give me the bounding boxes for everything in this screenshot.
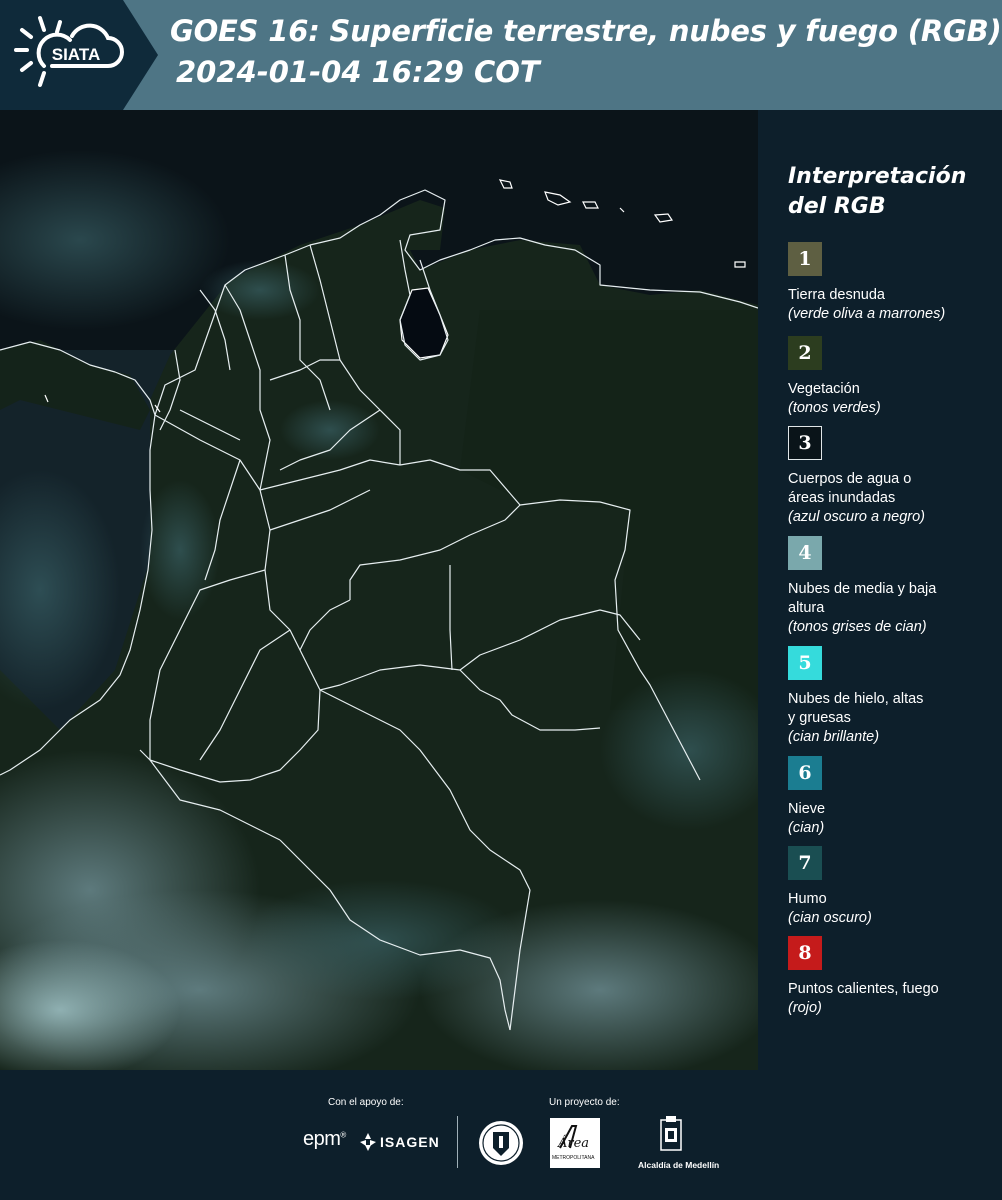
legend-hint: (cian oscuro) bbox=[788, 910, 872, 926]
legend-label: Nubes de media y baja altura bbox=[788, 581, 937, 616]
legend-item-7: 7 Humo (cian oscuro) bbox=[788, 846, 1000, 928]
legend-label: Nubes de hielo, altas y gruesas bbox=[788, 691, 924, 726]
area-logo-text: Área bbox=[558, 1136, 590, 1151]
legend-swatch: 7 bbox=[788, 846, 822, 880]
legend-hint: (cian) bbox=[788, 820, 825, 836]
legend-item-1: 1 Tierra desnuda (verde oliva a marrones) bbox=[788, 242, 1000, 324]
epm-logo-text: epm bbox=[303, 1128, 341, 1150]
page-timestamp: 2024-01-04 16:29 COT bbox=[176, 55, 540, 89]
footer-divider bbox=[457, 1116, 458, 1168]
satellite-map-image bbox=[0, 110, 758, 1070]
legend-swatch: 5 bbox=[788, 646, 822, 680]
header: SIATA GOES 16: Superficie terrestre, nub… bbox=[0, 0, 1002, 110]
legend-hint: (tonos verdes) bbox=[788, 400, 881, 416]
legend-swatch: 3 bbox=[788, 426, 822, 460]
legend-hint: (cian brillante) bbox=[788, 729, 880, 745]
legend-label: Nieve bbox=[788, 801, 826, 817]
alcaldia-logo-text: Alcaldía de Medellín bbox=[638, 1160, 720, 1170]
alcaldia-medellin-logo: Alcaldía de Medellín bbox=[638, 1116, 720, 1170]
legend-hint: (rojo) bbox=[788, 1000, 822, 1016]
legend-swatch: 2 bbox=[788, 336, 822, 370]
university-seal-icon bbox=[479, 1121, 523, 1165]
rgb-legend: Interpretación del RGB 1 Tierra desnuda (v… bbox=[760, 110, 1002, 1070]
legend-label: Humo bbox=[788, 891, 827, 907]
isagen-mark-icon bbox=[360, 1133, 376, 1151]
area-logo-subtext: METROPOLITANA bbox=[552, 1155, 595, 1161]
isagen-logo-text: ISAGEN bbox=[380, 1134, 440, 1150]
legend-title-line1: Interpretación bbox=[788, 164, 967, 189]
legend-swatch: 8 bbox=[788, 936, 822, 970]
legend-label: Vegetación bbox=[788, 381, 860, 397]
epm-logo: epm® bbox=[303, 1128, 346, 1151]
siata-logo-text: SIATA bbox=[52, 45, 100, 64]
legend-hint: (verde oliva a marrones) bbox=[788, 306, 946, 322]
legend-swatch: 1 bbox=[788, 242, 822, 276]
legend-item-2: 2 Vegetación (tonos verdes) bbox=[788, 336, 1000, 418]
registered-icon: ® bbox=[340, 1130, 346, 1140]
support-label: Con el apoyo de: bbox=[328, 1097, 404, 1108]
legend-swatch: 4 bbox=[788, 536, 822, 570]
legend-hint: (tonos grises de cian) bbox=[788, 619, 927, 635]
legend-label: Cuerpos de agua o áreas inundadas bbox=[788, 471, 912, 506]
legend-item-5: 5 Nubes de hielo, altas y gruesas (cian br… bbox=[788, 646, 1000, 747]
legend-title-line2: del RGB bbox=[788, 194, 886, 219]
project-label: Un proyecto de: bbox=[549, 1097, 620, 1108]
page-title: GOES 16: Superficie terrestre, nubes y f… bbox=[170, 14, 1002, 48]
legend-label: Puntos calientes, fuego bbox=[788, 981, 939, 997]
legend-swatch: 6 bbox=[788, 756, 822, 790]
legend-hint: (azul oscuro a negro) bbox=[788, 509, 926, 525]
satellite-map[interactable] bbox=[0, 110, 758, 1070]
legend-title: Interpretación del RGB bbox=[788, 162, 998, 222]
coat-of-arms-icon bbox=[660, 1116, 682, 1151]
legend-item-4: 4 Nubes de media y baja altura (tonos gris… bbox=[788, 536, 1000, 637]
isagen-logo: ISAGEN bbox=[360, 1132, 440, 1152]
footer: Con el apoyo de: Un proyecto de: epm® IS… bbox=[0, 1070, 1002, 1200]
legend-label: Tierra desnuda bbox=[788, 287, 885, 303]
legend-item-3: 3 Cuerpos de agua o áreas inundadas (azul … bbox=[788, 426, 1000, 527]
siata-logo-panel: SIATA bbox=[0, 0, 158, 110]
area-metropolitana-logo: Área METROPOLITANA bbox=[550, 1118, 600, 1168]
cloud bbox=[200, 260, 320, 320]
cloud bbox=[140, 480, 220, 620]
legend-item-8: 8 Puntos calientes, fuego (rojo) bbox=[788, 936, 1000, 1018]
legend-item-6: 6 Nieve (cian) bbox=[788, 756, 1000, 838]
